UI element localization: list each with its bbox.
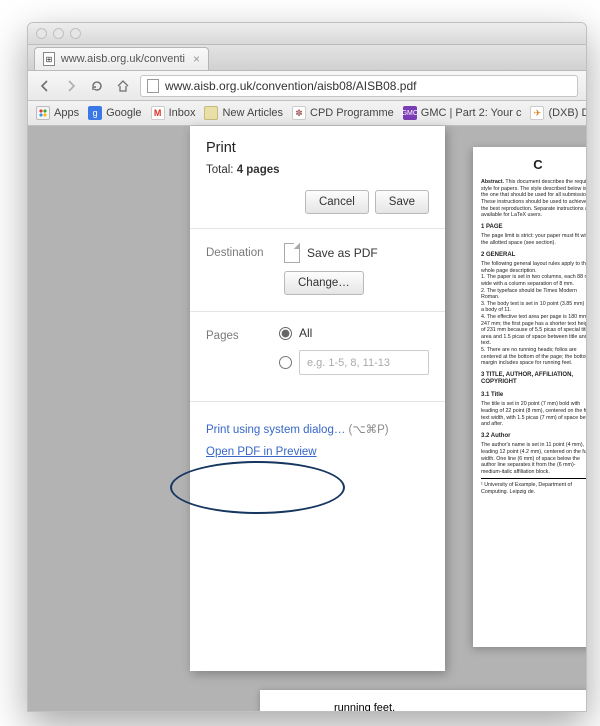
home-button[interactable] bbox=[114, 77, 132, 95]
tab-title: www.aisb.org.uk/conventi bbox=[61, 53, 185, 65]
traffic-light-minimize[interactable] bbox=[53, 28, 64, 39]
print-title: Print bbox=[206, 140, 429, 156]
doc-p31: The title is set in 20 point (7 mm) bold… bbox=[481, 401, 587, 427]
gmc-icon: GMC bbox=[403, 106, 417, 120]
window-titlebar bbox=[28, 23, 586, 45]
tab-bar: ⊞ www.aisb.org.uk/conventi × bbox=[28, 45, 586, 71]
tab-close-icon[interactable]: × bbox=[193, 52, 200, 66]
bookmark-google[interactable]: g Google bbox=[88, 106, 141, 120]
change-destination-button[interactable]: Change… bbox=[284, 271, 364, 295]
bookmarks-bar: Apps g Google M Inbox New Articles ✽ CPD… bbox=[28, 101, 586, 126]
print-total: Total: 4 pages bbox=[206, 164, 429, 176]
pages-range-input[interactable] bbox=[299, 350, 429, 375]
print-dialog: Print Total: 4 pages Cancel Save Destina… bbox=[190, 126, 445, 671]
total-value: 4 pages bbox=[237, 164, 280, 176]
pdf-icon bbox=[284, 243, 300, 263]
doc-h2: 2 GENERAL bbox=[481, 252, 587, 260]
doc-body: C Abstract. This document describes the … bbox=[481, 157, 587, 496]
pages-all-option[interactable]: All bbox=[279, 326, 429, 340]
traffic-light-zoom[interactable] bbox=[70, 28, 81, 39]
running-feet-text: running feet. bbox=[276, 702, 584, 712]
doc-footnote: ¹ University of Example, Department of C… bbox=[481, 482, 587, 495]
doc-h32: 3.2 Author bbox=[481, 433, 587, 441]
save-button[interactable]: Save bbox=[375, 190, 429, 214]
doc-li5: 5. There are no running heads; folios ar… bbox=[481, 347, 587, 367]
folder-icon bbox=[204, 106, 218, 120]
separator bbox=[190, 401, 445, 402]
bookmark-label: GMC | Part 2: Your c bbox=[421, 107, 522, 119]
bookmark-label: New Articles bbox=[222, 107, 283, 119]
separator bbox=[190, 228, 445, 229]
system-dialog-link[interactable]: Print using system dialog… bbox=[206, 424, 345, 436]
traffic-light-close[interactable] bbox=[36, 28, 47, 39]
doc-h3: 3 TITLE, AUTHOR, AFFILIATION, COPYRIGHT bbox=[481, 372, 587, 387]
bookmark-dxb[interactable]: ✈ (DXB) Duba bbox=[530, 106, 586, 120]
cpd-icon: ✽ bbox=[292, 106, 306, 120]
pages-custom-option[interactable] bbox=[279, 350, 429, 375]
back-button[interactable] bbox=[36, 77, 54, 95]
bookmark-inbox[interactable]: M Inbox bbox=[151, 106, 196, 120]
pdf-preview-page: C Abstract. This document describes the … bbox=[473, 147, 587, 647]
open-pdf-in-preview-link[interactable]: Open PDF in Preview bbox=[206, 446, 317, 458]
doc-p2: The following general layout rules apply… bbox=[481, 261, 587, 274]
destination-value: Save as PDF bbox=[307, 246, 378, 260]
doc-li3: 3. The body text is set in 10 point (3.8… bbox=[481, 301, 587, 314]
url-text: www.aisb.org.uk/convention/aisb08/AISB08… bbox=[165, 79, 416, 93]
doc-p1: The page limit is strict: your paper mus… bbox=[481, 233, 587, 246]
destination-label: Destination bbox=[206, 243, 284, 259]
content-area: Print Total: 4 pages Cancel Save Destina… bbox=[28, 126, 586, 711]
pages-all-label: All bbox=[299, 326, 312, 340]
page-icon bbox=[147, 79, 159, 93]
bookmark-label: Google bbox=[106, 107, 141, 119]
tab-favicon: ⊞ bbox=[43, 52, 55, 66]
doc-h31: 3.1 Title bbox=[481, 392, 587, 400]
separator bbox=[190, 311, 445, 312]
pdf-page-below: running feet. 3 TITLE, AUTHOR, AFFILIATI… bbox=[260, 690, 587, 712]
pages-label: Pages bbox=[206, 326, 279, 342]
bookmark-label: (DXB) Duba bbox=[548, 107, 586, 119]
system-dialog-shortcut: (⌥⌘P) bbox=[349, 424, 389, 436]
bookmark-cpd[interactable]: ✽ CPD Programme bbox=[292, 106, 394, 120]
bookmark-gmc[interactable]: GMC GMC | Part 2: Your c bbox=[403, 106, 522, 120]
apps-icon bbox=[36, 106, 50, 120]
destination-value-row: Save as PDF bbox=[284, 243, 429, 263]
url-bar[interactable]: www.aisb.org.uk/convention/aisb08/AISB08… bbox=[140, 75, 578, 97]
mail-icon: M bbox=[151, 106, 165, 120]
cancel-button[interactable]: Cancel bbox=[305, 190, 369, 214]
bookmark-label: Apps bbox=[54, 107, 79, 119]
doc-li4: 4. The effective text area per page is 1… bbox=[481, 314, 587, 347]
bookmark-apps[interactable]: Apps bbox=[36, 106, 79, 120]
total-prefix: Total: bbox=[206, 164, 237, 176]
browser-tab[interactable]: ⊞ www.aisb.org.uk/conventi × bbox=[34, 47, 209, 70]
bookmark-new-articles[interactable]: New Articles bbox=[204, 106, 283, 120]
abstract-lead: Abstract. bbox=[481, 179, 504, 185]
bookmark-label: CPD Programme bbox=[310, 107, 394, 119]
toolbar: www.aisb.org.uk/convention/aisb08/AISB08… bbox=[28, 71, 586, 101]
reload-button[interactable] bbox=[88, 77, 106, 95]
doc-heading: C bbox=[481, 157, 587, 173]
google-icon: g bbox=[88, 106, 102, 120]
doc-p32: The author's name is set in 11 point (4 … bbox=[481, 442, 587, 475]
pages-custom-radio[interactable] bbox=[279, 356, 292, 369]
pages-all-radio[interactable] bbox=[279, 327, 292, 340]
abstract-body: This document describes the required sty… bbox=[481, 179, 587, 218]
doc-li2: 2. The typeface should be Times Modern R… bbox=[481, 288, 587, 301]
dxb-icon: ✈ bbox=[530, 106, 544, 120]
doc-h1: 1 PAGE bbox=[481, 224, 587, 232]
browser-window: ⊞ www.aisb.org.uk/conventi × www.aisb.or… bbox=[27, 22, 587, 712]
doc-li1: 1. The paper is set in two columns, each… bbox=[481, 274, 587, 287]
bookmark-label: Inbox bbox=[169, 107, 196, 119]
forward-button[interactable] bbox=[62, 77, 80, 95]
